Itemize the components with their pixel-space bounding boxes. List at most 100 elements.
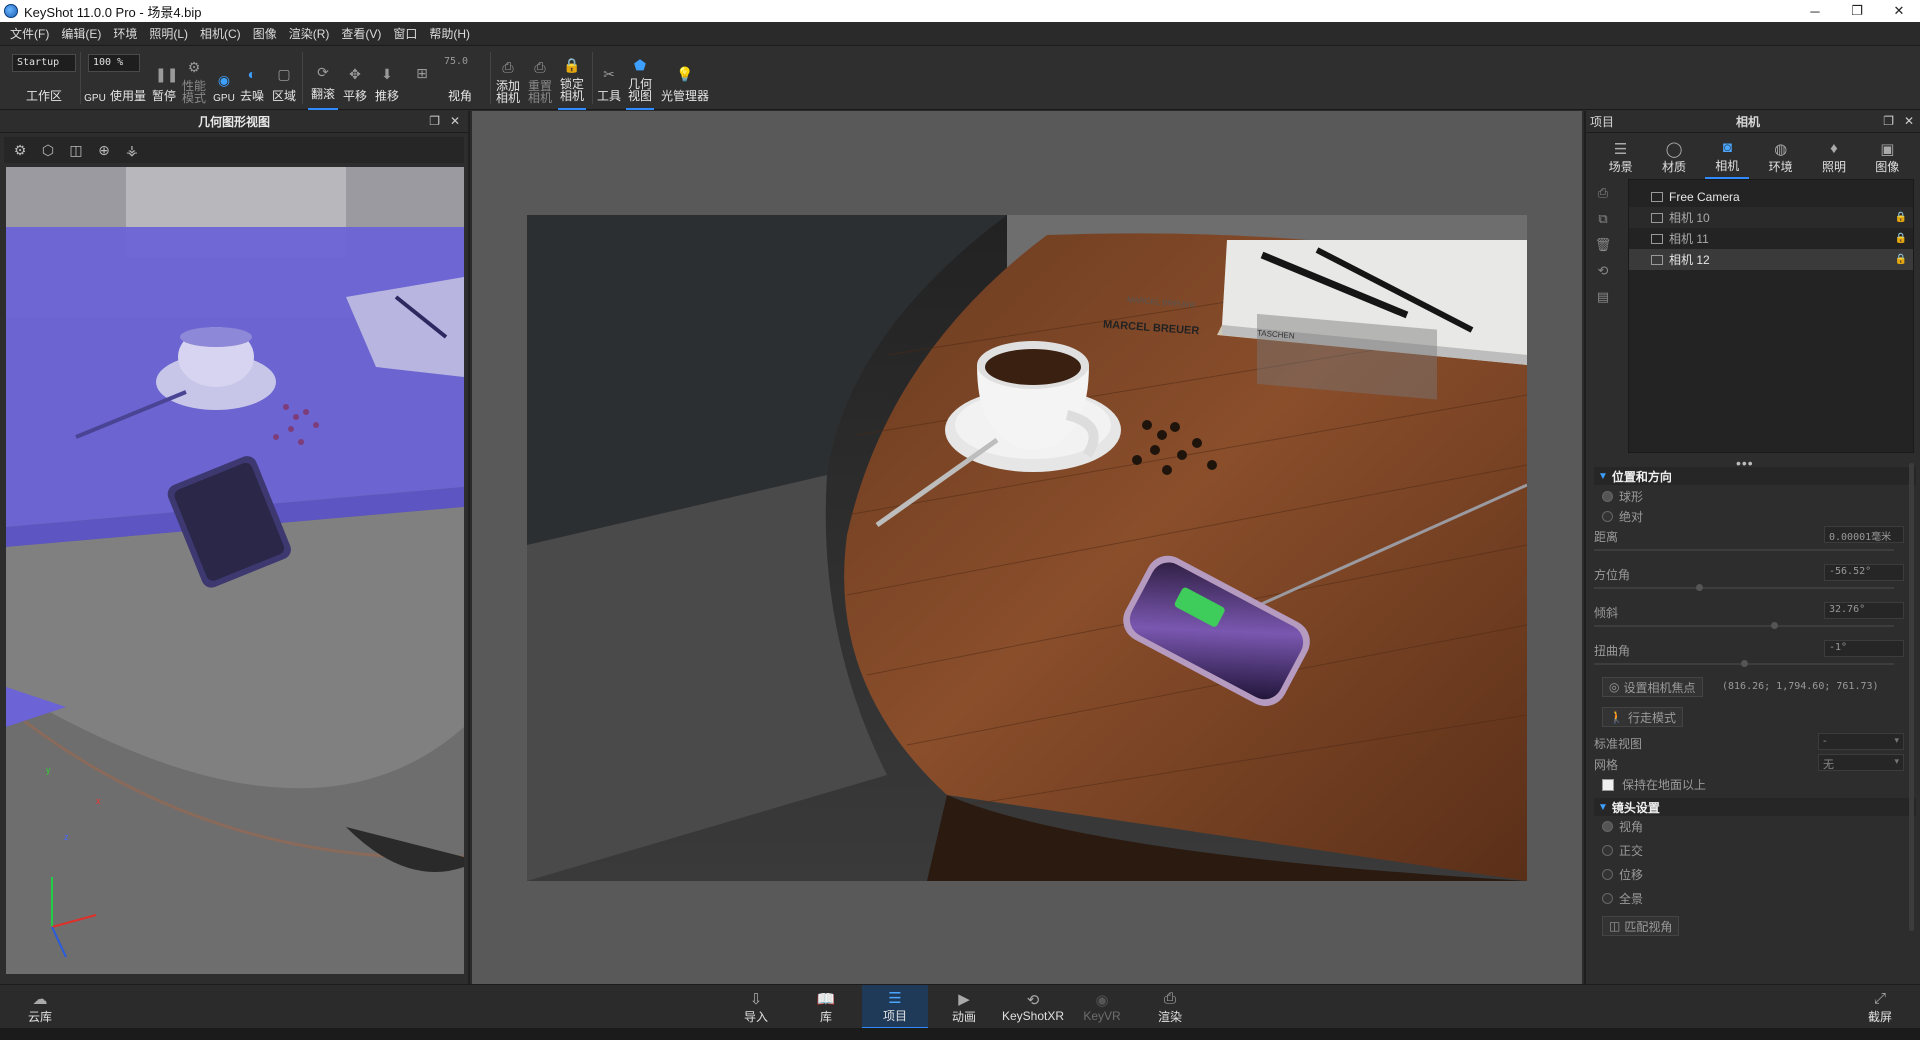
library-button[interactable]: 📖 库	[806, 985, 846, 1029]
walk-mode-button[interactable]: 🚶 行走模式	[1602, 707, 1683, 727]
undock-icon[interactable]: ❐	[429, 114, 440, 128]
close-button[interactable]: ✕	[1878, 0, 1920, 22]
cube-icon[interactable]: ⬡	[36, 139, 60, 161]
lens-shift-radio[interactable]: 位移	[1602, 866, 1643, 883]
match-perspective-button[interactable]: ◫ 匹配视角	[1602, 916, 1680, 936]
pause-button[interactable]: ❚❚ 暂停	[150, 46, 178, 110]
light-manager-button[interactable]: 💡 光管理器	[658, 46, 712, 110]
geometry-view-button[interactable]: ⬟ 几何 视图	[626, 46, 654, 110]
real-time-viewport[interactable]: MARCEL BREUER TASCHEN MARCEL BREUER	[472, 111, 1582, 984]
menu-camera[interactable]: 相机(C)	[194, 25, 247, 42]
region-button[interactable]: ▢ 区域	[270, 46, 298, 110]
gpu-button[interactable]: ◉ GPU	[210, 46, 238, 110]
screenshot-button[interactable]: ⤢ 截屏	[1860, 985, 1900, 1029]
minimize-button[interactable]: ─	[1794, 0, 1836, 22]
tab-material[interactable]: ◯ 材质	[1652, 135, 1696, 179]
tab-image[interactable]: ▣ 图像	[1865, 135, 1909, 179]
import-button[interactable]: ⇩ 导入	[736, 985, 776, 1029]
duplicate-camera-icon[interactable]: ⧉	[1598, 211, 1607, 227]
menu-edit[interactable]: 编辑(E)	[55, 25, 107, 42]
menu-help[interactable]: 帮助(H)	[423, 25, 476, 42]
twist-field[interactable]: -1°	[1824, 640, 1904, 657]
render-button[interactable]: ⎙ 渲染	[1150, 985, 1190, 1029]
radio-icon	[1602, 845, 1613, 856]
lock-icon[interactable]: 🔒	[1895, 233, 1907, 244]
twist-slider[interactable]	[1594, 660, 1894, 667]
menu-render[interactable]: 渲染(R)	[283, 25, 336, 42]
lock-icon[interactable]: 🔒	[1895, 212, 1907, 223]
tab-scene[interactable]: ☰ 场景	[1599, 135, 1643, 179]
lens-panorama-radio[interactable]: 全景	[1602, 890, 1643, 907]
camera-item-10[interactable]: 相机 10 🔒	[1629, 207, 1913, 228]
position-orientation-section[interactable]: ▼ 位置和方向	[1594, 467, 1916, 485]
menu-window[interactable]: 窗口	[387, 25, 423, 42]
camera-item-11[interactable]: 相机 11 🔒	[1629, 228, 1913, 249]
set-focus-button[interactable]: ◎ 设置相机焦点	[1602, 677, 1703, 697]
reset-camera-button[interactable]: ⎙ 重置 相机	[526, 46, 554, 110]
menu-lighting[interactable]: 照明(L)	[143, 25, 194, 42]
add-camera-button[interactable]: ⎙ 添加 相机	[494, 46, 522, 110]
keyvr-button[interactable]: ◉ KeyVR	[1082, 985, 1122, 1029]
tools-button[interactable]: ✂ 工具	[594, 46, 624, 110]
menu-environment[interactable]: 环境	[107, 25, 143, 42]
grid-select[interactable]: 无	[1818, 754, 1904, 771]
project-button[interactable]: ☰ 项目	[862, 985, 928, 1029]
tumble-icon: ⟳	[317, 64, 329, 80]
maximize-button[interactable]: ❐	[1836, 0, 1878, 22]
axis-icon[interactable]: ⚶	[120, 139, 144, 161]
geometry-viewport[interactable]: y x z	[6, 167, 464, 974]
settings-icon[interactable]: ⚙	[8, 139, 32, 161]
close-icon[interactable]: ✕	[1904, 114, 1914, 128]
keyshotxr-icon: ⟲	[1026, 992, 1040, 1009]
lens-settings-section[interactable]: ▼ 镜头设置	[1594, 798, 1916, 816]
pan-button[interactable]: ✥ 平移	[340, 46, 370, 110]
dolly-button[interactable]: ⬇ 推移	[372, 46, 402, 110]
toolbar-divider	[592, 52, 593, 104]
add-camera-icon[interactable]: ⎙	[1598, 185, 1608, 201]
camera-view-icon[interactable]: ◫	[64, 139, 88, 161]
slider-knob[interactable]	[1771, 622, 1778, 629]
tab-camera[interactable]: ◙ 相机	[1705, 135, 1750, 179]
azimuth-slider[interactable]	[1594, 584, 1894, 591]
cloud-library-button[interactable]: ☁ 云库	[20, 985, 60, 1029]
tab-environment[interactable]: ◍ 环境	[1759, 135, 1803, 179]
inclination-field[interactable]: 32.76°	[1824, 602, 1904, 619]
fov-button[interactable]: 视角	[430, 46, 490, 110]
lock-icon[interactable]: 🔒	[1895, 254, 1907, 265]
save-camera-icon[interactable]: ▤	[1597, 289, 1609, 305]
keep-above-ground-checkbox[interactable]: 保持在地面以上	[1602, 776, 1706, 793]
workspace-button[interactable]: 工作区	[18, 46, 70, 110]
menu-file[interactable]: 文件(F)	[4, 25, 55, 42]
spherical-radio[interactable]: 球形	[1602, 488, 1643, 505]
axis-z-label: z	[64, 832, 69, 842]
close-icon[interactable]: ✕	[450, 114, 460, 128]
performance-mode-button[interactable]: ⚙ 性能 模式	[180, 46, 208, 110]
lens-orthographic-radio[interactable]: 正交	[1602, 842, 1643, 859]
animation-button[interactable]: ▶ 动画	[944, 985, 984, 1029]
usage-button[interactable]: 使用量	[108, 46, 148, 110]
slider-knob[interactable]	[1696, 584, 1703, 591]
menu-view[interactable]: 查看(V)	[335, 25, 387, 42]
undock-icon[interactable]: ❐	[1883, 114, 1894, 128]
keyshotxr-button[interactable]: ⟲ KeyShotXR	[1002, 985, 1064, 1029]
azimuth-field[interactable]: -56.52°	[1824, 564, 1904, 581]
distance-slider[interactable]	[1594, 549, 1894, 551]
inclination-slider[interactable]	[1594, 622, 1894, 629]
reset-camera-icon[interactable]: ⟲	[1598, 263, 1609, 279]
grid-icon[interactable]: ⊕	[92, 139, 116, 161]
delete-camera-icon[interactable]: 🗑	[1595, 237, 1612, 253]
distance-field[interactable]: 0.00001毫米	[1824, 526, 1904, 543]
menu-image[interactable]: 图像	[247, 25, 283, 42]
lens-perspective-radio[interactable]: 视角	[1602, 818, 1643, 835]
inclination-label: 倾斜	[1594, 606, 1619, 620]
lock-camera-button[interactable]: 🔒 锁定 相机	[558, 46, 586, 110]
tumble-button[interactable]: ⟳ 翻滚	[308, 46, 338, 110]
slider-knob[interactable]	[1741, 660, 1748, 667]
properties-scrollbar[interactable]	[1909, 463, 1914, 931]
absolute-radio[interactable]: 绝对	[1602, 508, 1643, 525]
standard-view-select[interactable]: -	[1818, 733, 1904, 750]
camera-item-12[interactable]: 相机 12 🔒	[1629, 249, 1913, 270]
denoise-button[interactable]: ◐ 去噪	[238, 46, 266, 110]
camera-item-free[interactable]: Free Camera	[1629, 186, 1913, 207]
tab-lighting[interactable]: ♦ 照明	[1812, 135, 1856, 179]
